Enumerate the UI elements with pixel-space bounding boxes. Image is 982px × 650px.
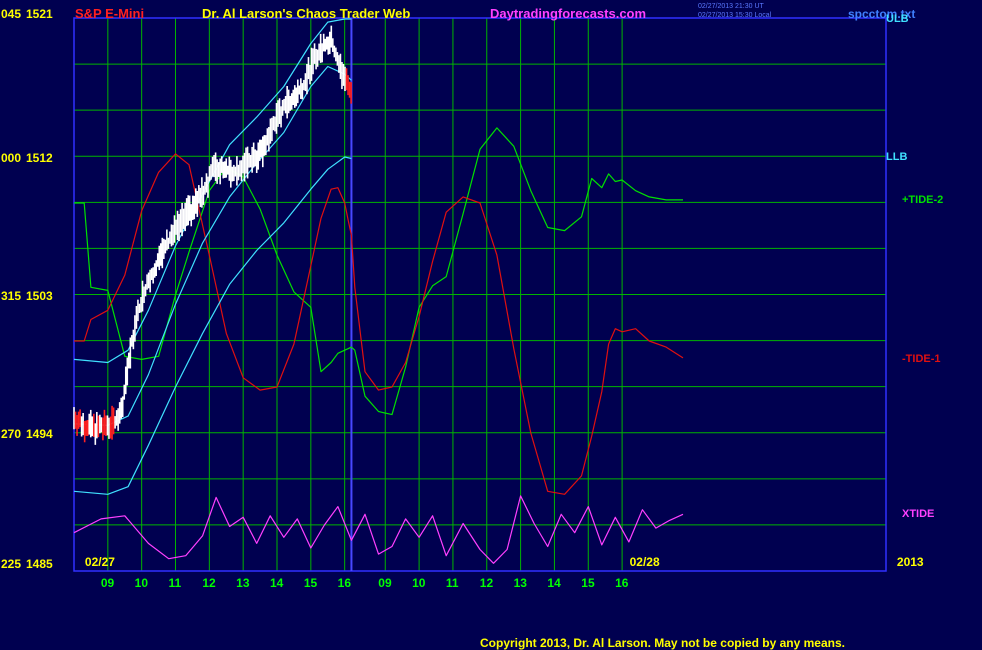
series-label: -TIDE-1 [902,353,941,366]
symbol-label: S&P E-Mini [75,6,145,21]
y-tick-value: 1494 [26,427,53,441]
chart-title: Dr. Al Larson's Chaos Trader Web [202,6,411,21]
lower-band-line [73,156,352,495]
y-tick-left: 315 [1,289,22,303]
y-tick-value: 1521 [26,7,53,21]
site-link[interactable]: Daytradingforecasts.com [490,7,646,21]
series-label: XTIDE [902,508,935,521]
date-label: 2013 [896,555,924,569]
tide-minus1-line [74,153,684,495]
series-label: LLB [886,151,908,163]
hour-tick-label: 10 [134,576,149,590]
xtide-line [73,495,684,564]
hour-tick-label: 10 [412,576,426,590]
hour-tick-label: 09 [378,576,392,590]
series-label: +TIDE-2 [902,193,944,206]
hour-tick-label: 11 [168,576,182,590]
hour-tick-label: 16 [337,576,352,590]
copyright-notice: Copyright 2013, Dr. Al Larson. May not b… [480,636,845,650]
y-tick-left: 000 [1,151,22,165]
hour-tick-label: 14 [547,576,561,590]
y-tick-value: 1503 [26,289,53,303]
hour-tick-label: 09 [100,576,115,590]
hour-tick-label: 13 [513,576,527,590]
y-tick-left: 225 [1,557,22,571]
mid-band-line [73,65,352,426]
timestamp-local: 02/27/2013 15:30 Local [698,12,772,19]
series-label: ULB [886,13,909,25]
hour-tick-label: 15 [581,576,595,590]
hour-tick-label: 15 [303,576,318,590]
y-tick-left: 270 [1,427,22,441]
y-tick-value: 1485 [26,557,53,571]
date-label: 02/27 [84,555,115,569]
y-tick-value: 1512 [26,151,53,165]
hour-tick-label: 16 [615,576,629,590]
hour-tick-label: 13 [236,576,250,590]
hour-tick-label: 11 [445,576,459,590]
hour-tick-label: 14 [270,576,284,590]
y-tick-left: 045 [1,7,22,21]
date-label: 02/28 [629,555,660,569]
hour-tick-label: 12 [479,576,494,590]
timestamp-ut: 02/27/2013 21:30 UT [698,3,764,10]
chart-svg [73,17,887,572]
hour-tick-label: 12 [202,576,216,590]
